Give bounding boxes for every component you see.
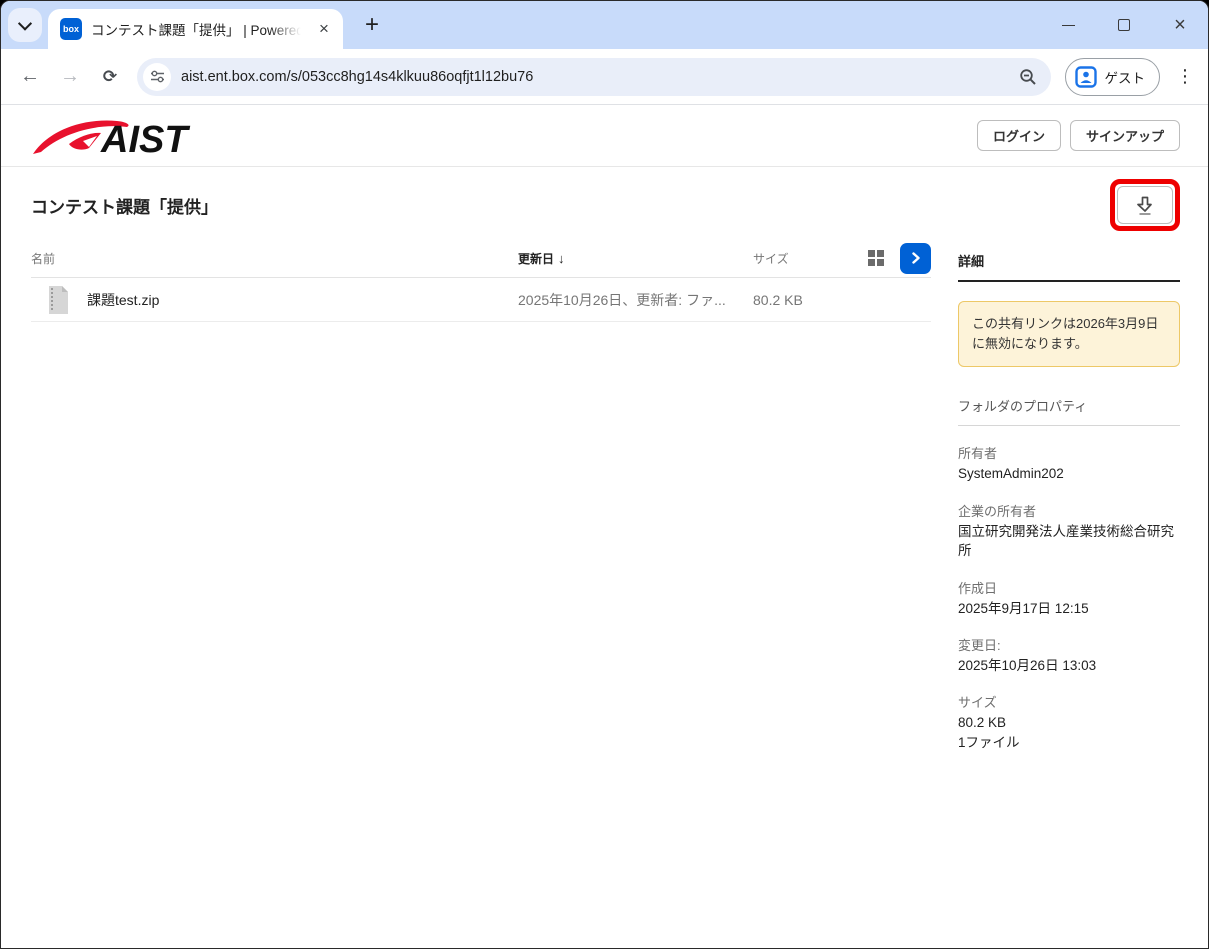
property-label: 作成日: [958, 580, 1180, 599]
tab-strip: box コンテスト課題「提供」 | Powered b × + ×: [1, 1, 1208, 49]
guest-avatar-icon: [1075, 66, 1097, 88]
property-value-secondary: 1ファイル: [958, 733, 1180, 753]
details-sidebar: 詳細 この共有リンクは2026年3月9日に無効になります。 フォルダのプロパティ…: [958, 239, 1180, 752]
close-icon: ×: [1174, 15, 1186, 35]
maximize-icon: [1118, 19, 1130, 31]
site-settings-icon: [150, 69, 165, 84]
minimize-icon: [1062, 25, 1075, 26]
aist-logo[interactable]: AIST: [31, 114, 203, 158]
property-value: 2025年9月17日 12:15: [958, 599, 1180, 619]
property-label: 変更日:: [958, 637, 1180, 656]
tab-close-icon[interactable]: ×: [315, 20, 333, 38]
list-header: 名前 更新日 ↓ サイズ: [31, 239, 931, 277]
aist-logo-icon: AIST: [31, 114, 203, 158]
property-value: 80.2 KB: [958, 713, 1180, 733]
property-value: SystemAdmin202: [958, 464, 1180, 484]
property-value: 2025年10月26日 13:03: [958, 656, 1180, 676]
login-button[interactable]: ログイン: [977, 120, 1061, 151]
browser-toolbar: ← → ⟳ aist.ent.box.com/s/053cc8hg14s4klk…: [1, 49, 1208, 105]
close-button[interactable]: ×: [1152, 1, 1208, 49]
forward-button[interactable]: →: [53, 60, 87, 94]
browser-tab[interactable]: box コンテスト課題「提供」 | Powered b ×: [48, 9, 343, 49]
chevron-right-icon: [910, 252, 922, 264]
property-size: サイズ 80.2 KB 1ファイル: [958, 694, 1180, 752]
sort-descending-icon: ↓: [558, 251, 565, 266]
details-title: 詳細: [958, 239, 1180, 282]
title-row: コンテスト課題「提供」: [31, 179, 1180, 231]
column-updated-label: 更新日: [518, 250, 554, 267]
maximize-button[interactable]: [1096, 1, 1152, 49]
column-header-updated[interactable]: 更新日 ↓: [518, 250, 753, 267]
column-header-size[interactable]: サイズ: [753, 250, 868, 267]
new-tab-button[interactable]: +: [357, 10, 387, 40]
auth-buttons: ログイン サインアップ: [977, 120, 1180, 151]
svg-text:AIST: AIST: [100, 119, 190, 158]
site-info-button[interactable]: [143, 63, 171, 91]
download-icon: [1134, 194, 1156, 216]
address-bar[interactable]: aist.ent.box.com/s/053cc8hg14s4klkuu86oq…: [137, 58, 1051, 96]
property-label: 企業の所有者: [958, 503, 1180, 522]
property-owner: 所有者 SystemAdmin202: [958, 445, 1180, 483]
page-title: コンテスト課題「提供」: [31, 193, 218, 218]
browser-window: box コンテスト課題「提供」 | Powered b × + × ← → ⟳: [0, 0, 1209, 949]
file-name-cell: 課題test.zip: [31, 285, 518, 315]
column-header-name[interactable]: 名前: [31, 250, 518, 267]
tab-title: コンテスト課題「提供」 | Powered b: [91, 19, 301, 39]
reload-button[interactable]: ⟳: [93, 60, 127, 94]
content-columns: 名前 更新日 ↓ サイズ: [31, 239, 1180, 752]
share-link-expiry-notice: この共有リンクは2026年3月9日に無効になります。: [958, 301, 1180, 367]
reload-icon: ⟳: [103, 67, 117, 87]
property-value: 国立研究開発法人産業技術総合研究所: [958, 522, 1180, 561]
chevron-down-icon: [18, 17, 32, 31]
file-updated-cell: 2025年10月26日、更新者: ファ...: [518, 290, 753, 310]
signup-button[interactable]: サインアップ: [1070, 120, 1180, 151]
property-enterprise-owner: 企業の所有者 国立研究開発法人産業技術総合研究所: [958, 503, 1180, 561]
browser-menu-button[interactable]: ⋮: [1170, 62, 1200, 92]
back-button[interactable]: ←: [13, 60, 47, 94]
guest-profile-button[interactable]: ゲスト: [1065, 58, 1161, 96]
window-controls: ×: [1040, 1, 1208, 49]
zip-file-icon: [46, 285, 70, 315]
file-row[interactable]: 課題test.zip 2025年10月26日、更新者: ファ... 80.2 K…: [31, 278, 931, 322]
zoom-out-icon[interactable]: [1019, 68, 1037, 86]
url-text[interactable]: aist.ent.box.com/s/053cc8hg14s4klkuu86oq…: [181, 69, 1019, 85]
download-annotation-highlight: [1110, 179, 1180, 231]
site-header: AIST ログイン サインアップ: [1, 105, 1208, 167]
folder-properties-title: フォルダのプロパティ: [958, 396, 1180, 426]
forward-icon: →: [60, 65, 80, 88]
property-created-date: 作成日 2025年9月17日 12:15: [958, 580, 1180, 618]
property-modified-date: 変更日: 2025年10月26日 13:03: [958, 637, 1180, 675]
page-body: コンテスト課題「提供」 名前 更新日 ↓: [1, 179, 1208, 752]
back-icon: ←: [20, 65, 40, 88]
file-name-link[interactable]: 課題test.zip: [87, 290, 159, 310]
guest-label: ゲスト: [1105, 67, 1146, 87]
collapse-sidebar-button[interactable]: [900, 243, 931, 274]
grid-view-icon[interactable]: [868, 250, 884, 266]
minimize-button[interactable]: [1040, 1, 1096, 49]
tab-search-button[interactable]: [8, 8, 42, 42]
property-label: 所有者: [958, 445, 1180, 464]
box-favicon-icon: box: [60, 18, 82, 40]
property-label: サイズ: [958, 694, 1180, 713]
file-size-cell: 80.2 KB: [753, 292, 868, 308]
download-button[interactable]: [1117, 186, 1173, 224]
file-list: 名前 更新日 ↓ サイズ: [31, 239, 931, 752]
